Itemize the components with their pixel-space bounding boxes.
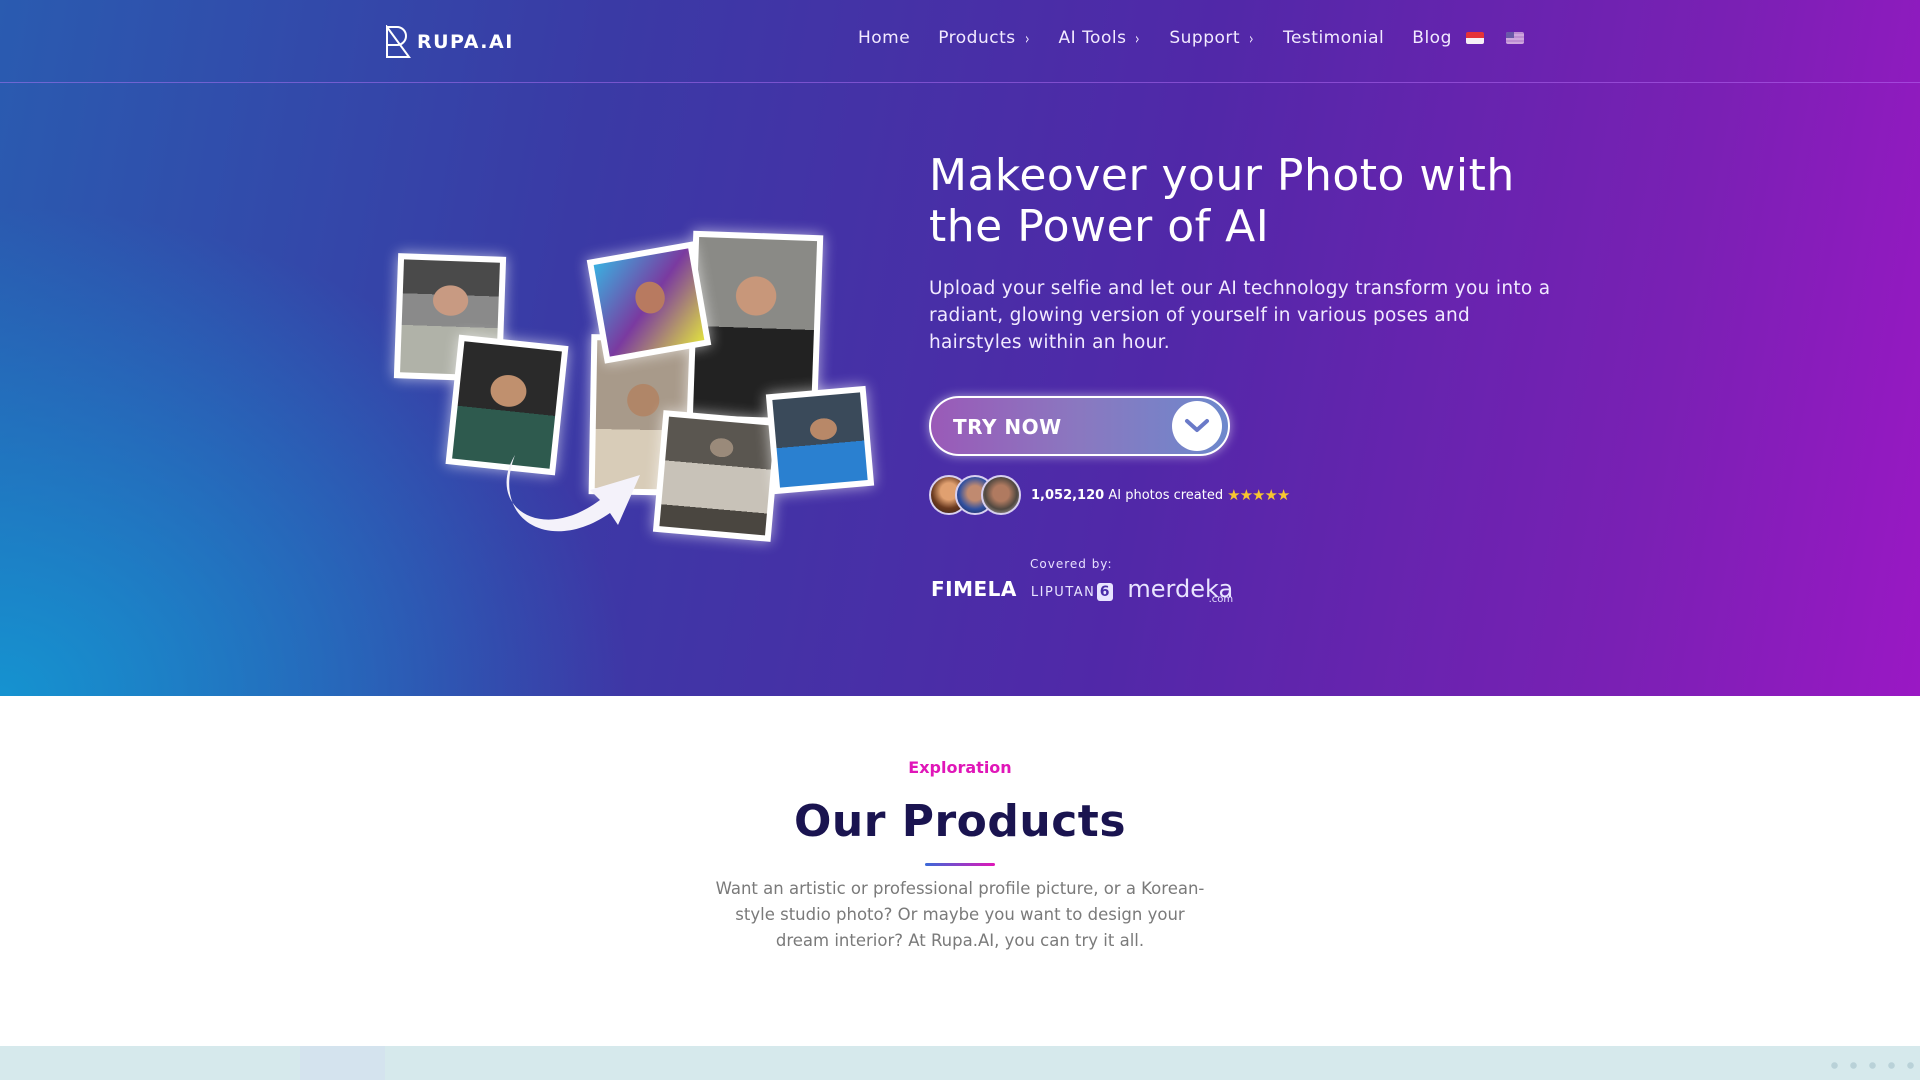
- merdeka-logo: merdeka .com: [1127, 577, 1233, 605]
- brand-name: RUPA.AI: [417, 31, 514, 53]
- nav-home[interactable]: Home: [858, 28, 910, 48]
- hero-subtext: Upload your selfie and let our AI techno…: [929, 278, 1551, 353]
- nav-label: Testimonial: [1282, 28, 1385, 48]
- photo-vintage: [652, 410, 782, 542]
- nav-label: Blog: [1412, 28, 1452, 48]
- nav-products[interactable]: Products ›: [938, 28, 1030, 48]
- rupa-logo-icon: [386, 25, 411, 58]
- press-logos: FIMELA LIPUTAN 6 merdeka .com: [931, 577, 1233, 605]
- hero-headline: Makeover your Photo with the Power of AI: [929, 150, 1515, 252]
- logo[interactable]: RUPA.AI: [385, 25, 514, 59]
- merdeka-suffix: .com: [1208, 594, 1234, 605]
- liputan-text: LIPUTAN: [1030, 584, 1096, 600]
- dot-pattern-decoration: [1825, 1056, 1920, 1080]
- social-proof: 1,052,120 AI photos created ★★★★★: [929, 475, 1290, 515]
- indonesia-flag-icon[interactable]: [1465, 32, 1484, 44]
- photos-label: AI photos created: [1108, 487, 1224, 503]
- nav-label: Home: [858, 28, 911, 48]
- chevron-down-icon: [1172, 401, 1222, 451]
- title-divider: [925, 863, 995, 866]
- next-section-band: [0, 1046, 1920, 1080]
- transform-arrow-icon: [506, 455, 640, 532]
- chevron-right-icon: ›: [1135, 28, 1141, 48]
- photo-artistic: [586, 241, 712, 364]
- avatar: [981, 475, 1021, 515]
- section-eyebrow: Exploration: [908, 758, 1012, 777]
- section-title: Our Products: [793, 796, 1127, 847]
- section-description: Want an artistic or professional profile…: [715, 879, 1205, 950]
- hero-section: RUPA.AI Home Products › AI Tools › Suppo…: [0, 0, 1920, 696]
- liputan-six: 6: [1097, 583, 1114, 601]
- photos-count: 1,052,120: [1031, 487, 1105, 503]
- chevron-right-icon: ›: [1249, 28, 1254, 48]
- try-now-label: TRY NOW: [953, 415, 1062, 439]
- nav-label: AI Tools: [1058, 28, 1127, 48]
- nav-testimonial[interactable]: Testimonial: [1283, 28, 1384, 48]
- nav-label: Support: [1169, 28, 1241, 48]
- try-now-button[interactable]: TRY NOW: [929, 396, 1230, 456]
- liputan6-logo: LIPUTAN 6: [1030, 583, 1114, 601]
- nav-ai-tools[interactable]: AI Tools ›: [1059, 28, 1142, 48]
- us-flag-icon[interactable]: [1505, 32, 1524, 44]
- photo-outdoor: [765, 385, 875, 495]
- before-after-collage: [390, 215, 880, 545]
- navbar: RUPA.AI Home Products › AI Tools › Suppo…: [0, 0, 1920, 83]
- band-decoration: [300, 1046, 385, 1080]
- fimela-logo: FIMELA: [931, 577, 1017, 601]
- covered-by-label: Covered by:: [1030, 557, 1113, 571]
- nav-blog[interactable]: Blog: [1412, 28, 1452, 48]
- products-section: Exploration Our Products Want an artisti…: [0, 696, 1920, 1046]
- user-avatars: [929, 475, 1021, 515]
- chevron-right-icon: ›: [1024, 28, 1030, 48]
- star-rating-icon: ★★★★★: [1227, 486, 1290, 504]
- main-nav: Home Products › AI Tools › Support › Tes…: [858, 28, 1524, 48]
- nav-label: Products: [938, 28, 1016, 48]
- nav-support[interactable]: Support ›: [1169, 28, 1255, 48]
- photos-created-stat: 1,052,120 AI photos created: [1031, 488, 1223, 503]
